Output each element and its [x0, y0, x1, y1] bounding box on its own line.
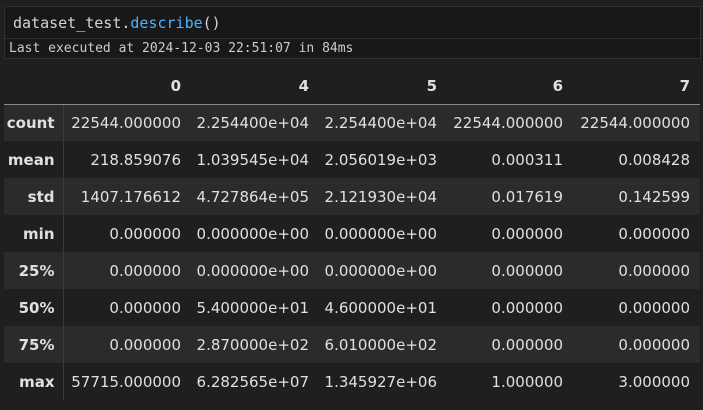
table-row: min 0.000000 0.000000e+00 0.000000e+00 0… — [4, 215, 700, 252]
table-body: count 22544.000000 2.254400e+04 2.254400… — [4, 104, 700, 400]
table-cell: 0.000000e+00 — [324, 224, 437, 243]
table-cell: 1.039545e+04 — [196, 150, 309, 169]
table-cell: 0.000000e+00 — [324, 261, 437, 280]
table-cell: 4.727864e+05 — [196, 187, 309, 206]
row-label: 75% — [4, 326, 64, 363]
table-cell: 5.400000e+01 — [196, 298, 309, 317]
table-cell: 2.121930e+04 — [324, 187, 437, 206]
execution-status-text: Last executed at 2024-12-03 22:51:07 in … — [9, 41, 354, 56]
table-row: max 57715.000000 6.282565e+07 1.345927e+… — [4, 363, 700, 400]
table-cell: 0.000000 — [618, 298, 690, 317]
table-cell: 0.017619 — [491, 187, 563, 206]
table-cell: 1.345927e+06 — [324, 372, 437, 391]
table-cell: 0.000000 — [491, 261, 563, 280]
table-cell: 2.870000e+02 — [196, 335, 309, 354]
table-cell: 0.000000 — [618, 224, 690, 243]
table-cell: 22544.000000 — [453, 113, 563, 132]
code-parens-token: () — [202, 14, 221, 32]
table-cell: 3.000000 — [618, 372, 690, 391]
row-label: mean — [4, 141, 64, 178]
table-cell: 2.254400e+04 — [324, 113, 437, 132]
table-cell: 22544.000000 — [580, 113, 690, 132]
table-cell: 0.000000 — [618, 261, 690, 280]
table-cell: 1.000000 — [491, 372, 563, 391]
table-cell: 0.000000 — [491, 335, 563, 354]
table-row: mean 218.859076 1.039545e+04 2.056019e+0… — [4, 141, 700, 178]
column-header: 5 — [319, 68, 447, 105]
table-cell: 6.010000e+02 — [324, 335, 437, 354]
code-line[interactable]: dataset_test.describe() — [13, 14, 221, 32]
row-label: min — [4, 215, 64, 252]
row-label: 50% — [4, 289, 64, 326]
index-corner-header — [4, 68, 63, 105]
table-row: 25% 0.000000 0.000000e+00 0.000000e+00 0… — [4, 252, 700, 289]
column-header: 0 — [63, 68, 191, 105]
table-cell: 6.282565e+07 — [196, 372, 309, 391]
table-cell: 57715.000000 — [71, 372, 181, 391]
table-cell: 0.000000 — [109, 298, 181, 317]
table-cell: 218.859076 — [90, 150, 181, 169]
table-row: std 1407.176612 4.727864e+05 2.121930e+0… — [4, 178, 700, 215]
table-cell: 1407.176612 — [80, 187, 181, 206]
column-header: 6 — [447, 68, 573, 105]
column-header: 7 — [573, 68, 700, 105]
row-label: 25% — [4, 252, 64, 289]
describe-output-table: 0 4 5 6 7 count 22544.000000 2.254400e+0… — [4, 68, 700, 400]
code-cell-editor[interactable]: dataset_test.describe() — [4, 6, 701, 39]
row-label: max — [4, 363, 64, 400]
column-header: 4 — [191, 68, 319, 105]
code-object-token: dataset_test. — [13, 14, 131, 32]
table-row: 50% 0.000000 5.400000e+01 4.600000e+01 0… — [4, 289, 700, 326]
table-row: count 22544.000000 2.254400e+04 2.254400… — [4, 104, 700, 141]
table-cell: 0.000000 — [491, 298, 563, 317]
table-cell: 0.008428 — [618, 150, 690, 169]
table-row: 75% 0.000000 2.870000e+02 6.010000e+02 0… — [4, 326, 700, 363]
code-method-token: describe — [130, 14, 203, 32]
table-cell: 0.000000 — [109, 335, 181, 354]
table-cell: 0.000000e+00 — [196, 224, 309, 243]
table-cell: 0.000000e+00 — [196, 261, 309, 280]
table-cell: 2.254400e+04 — [196, 113, 309, 132]
row-label: count — [4, 104, 64, 141]
execution-status-bar: Last executed at 2024-12-03 22:51:07 in … — [4, 39, 701, 59]
table-cell: 0.000311 — [491, 150, 563, 169]
table-cell: 2.056019e+03 — [324, 150, 437, 169]
table-cell: 0.000000 — [491, 224, 563, 243]
row-label: std — [4, 178, 64, 215]
table-cell: 22544.000000 — [71, 113, 181, 132]
table-header: 0 4 5 6 7 — [4, 68, 700, 105]
header-row: 0 4 5 6 7 — [4, 68, 700, 105]
table-cell: 0.000000 — [109, 224, 181, 243]
table-cell: 0.000000 — [618, 335, 690, 354]
table-cell: 0.000000 — [109, 261, 181, 280]
table-cell: 0.142599 — [618, 187, 690, 206]
table-cell: 4.600000e+01 — [324, 298, 437, 317]
